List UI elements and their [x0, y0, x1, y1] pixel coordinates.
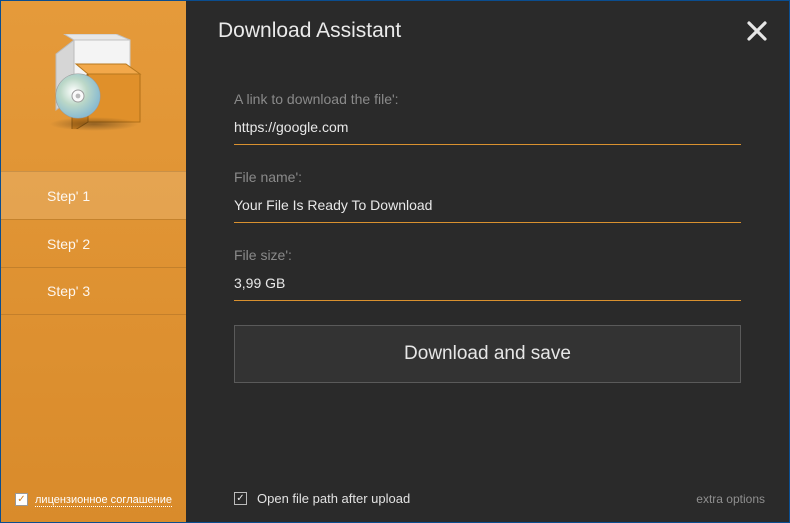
- field-label-filesize: File size':: [234, 247, 741, 263]
- open-path-label: Open file path after upload: [257, 491, 410, 506]
- close-button[interactable]: [743, 17, 771, 45]
- step-1[interactable]: Step' 1: [1, 171, 186, 219]
- step-2[interactable]: Step' 2: [1, 219, 186, 267]
- link-input[interactable]: https://google.com: [234, 119, 741, 145]
- open-path-checkbox[interactable]: ✓: [234, 492, 247, 505]
- license-row: ✓ лицензионное соглашение: [15, 493, 172, 506]
- extra-options-link[interactable]: extra options: [696, 492, 765, 506]
- step-label: Step' 3: [47, 283, 90, 299]
- form: A link to download the file': https://go…: [186, 61, 789, 383]
- step-label: Step' 1: [47, 188, 90, 204]
- field-filename: File name': Your File Is Ready To Downlo…: [234, 169, 741, 223]
- check-icon: ✓: [236, 494, 244, 504]
- field-filesize: File size': 3,99 GB: [234, 247, 741, 301]
- step-label: Step' 2: [47, 236, 90, 252]
- app-logo: [1, 1, 186, 161]
- close-icon: [746, 20, 768, 42]
- download-save-button[interactable]: Download and save: [234, 325, 741, 383]
- field-label-filename: File name':: [234, 169, 741, 185]
- page-title: Download Assistant: [218, 19, 401, 43]
- check-icon: ✓: [17, 495, 25, 505]
- download-button-label: Download and save: [404, 343, 571, 365]
- app-window: Step' 1 Step' 2 Step' 3 ✓ лицензионное с…: [0, 0, 790, 523]
- sidebar: Step' 1 Step' 2 Step' 3 ✓ лицензионное с…: [1, 1, 186, 522]
- field-link: A link to download the file': https://go…: [234, 91, 741, 145]
- footer: ✓ Open file path after upload extra opti…: [234, 491, 765, 506]
- filename-input[interactable]: Your File Is Ready To Download: [234, 197, 741, 223]
- step-list: Step' 1 Step' 2 Step' 3: [1, 171, 186, 315]
- header: Download Assistant: [186, 1, 789, 61]
- main-panel: Download Assistant A link to download th…: [186, 1, 789, 522]
- filesize-input[interactable]: 3,99 GB: [234, 275, 741, 301]
- installer-box-icon: [44, 34, 144, 129]
- field-label-link: A link to download the file':: [234, 91, 741, 107]
- step-3[interactable]: Step' 3: [1, 267, 186, 315]
- license-checkbox[interactable]: ✓: [15, 493, 28, 506]
- license-agreement-link[interactable]: лицензионное соглашение: [35, 494, 172, 506]
